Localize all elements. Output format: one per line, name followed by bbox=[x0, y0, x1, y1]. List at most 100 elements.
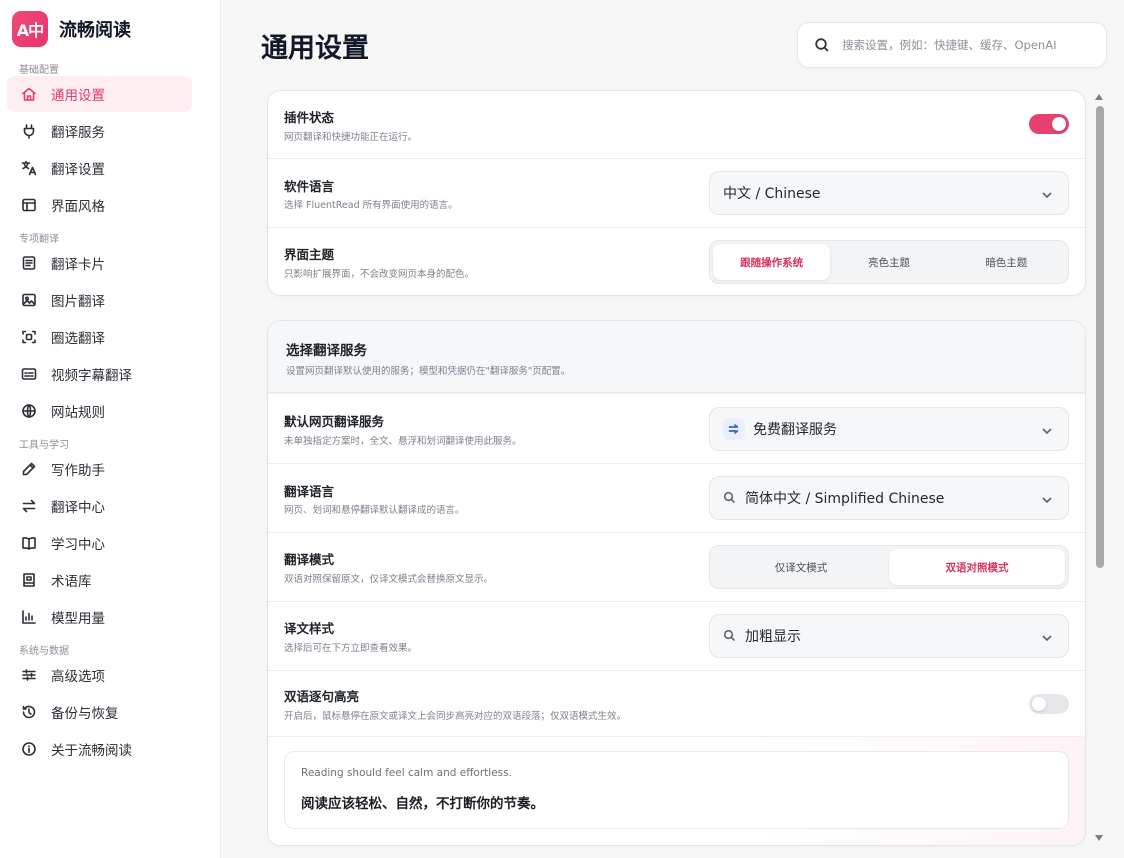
sidebar-item-translation-settings[interactable]: 翻译设置 bbox=[7, 150, 192, 186]
theme-row: 界面主题 只影响扩展界面，不会改变网页本身的配色。 跟随操作系统 亮色主题 暗色… bbox=[268, 227, 1085, 295]
search-input[interactable] bbox=[842, 38, 1092, 52]
translation-mode-row: 翻译模式 双语对照保留原文，仅译文模式会替换原文显示。 仅译文模式 双语对照模式 bbox=[268, 532, 1085, 601]
preview-translated-text: 阅读应该轻松、自然，不打断你的节奏。 bbox=[301, 796, 544, 812]
sidebar-item-writing-assistant[interactable]: 写作助手 bbox=[7, 451, 192, 487]
nav-section-tools: 工具与学习 bbox=[19, 440, 69, 451]
sidebar-item-label: 学习中心 bbox=[51, 537, 105, 553]
bilingual-highlight-toggle[interactable] bbox=[1029, 694, 1069, 714]
brand: A中 流畅阅读 bbox=[12, 11, 131, 47]
bilingual-highlight-desc: 开启后，鼠标悬停在原文或译文上会同步高亮对应的双语段落；仅双语模式生效。 bbox=[284, 711, 627, 722]
sidebar-item-region-translation[interactable]: 圈选翻译 bbox=[7, 319, 192, 355]
subtitle-icon bbox=[21, 366, 37, 382]
glossary-icon bbox=[21, 572, 37, 588]
language-select[interactable]: 中文 / Chinese bbox=[709, 171, 1069, 215]
sidebar-item-site-rules[interactable]: 网站规则 bbox=[7, 393, 192, 429]
sidebar-item-label: 关于流畅阅读 bbox=[51, 743, 132, 759]
scroll-down-arrow[interactable] bbox=[1094, 833, 1104, 843]
service-section-title: 选择翻译服务 bbox=[286, 343, 367, 359]
default-service-row: 默认网页翻译服务 未单独指定方案时，全文、悬浮和划词翻译使用此服务。 免费翻译服… bbox=[268, 393, 1085, 463]
target-language-desc: 网页、划词和悬停翻译默认翻译成的语言。 bbox=[284, 505, 465, 516]
search-icon bbox=[723, 629, 737, 643]
sidebar-item-learning-center[interactable]: 学习中心 bbox=[7, 525, 192, 561]
sidebar-item-subtitle-translation[interactable]: 视频字幕翻译 bbox=[7, 356, 192, 392]
home-icon bbox=[21, 86, 37, 102]
sidebar: A中 流畅阅读 基础配置 通用设置 翻译服务 翻译设置 界面风格 专项翻译 翻译… bbox=[0, 0, 221, 858]
sidebar-item-ui-style[interactable]: 界面风格 bbox=[7, 187, 192, 223]
bilingual-highlight-title: 双语逐句高亮 bbox=[284, 689, 360, 704]
sidebar-item-translation-center[interactable]: 翻译中心 bbox=[7, 488, 192, 524]
theme-desc: 只影响扩展界面，不会改变网页本身的配色。 bbox=[284, 269, 475, 280]
image-icon bbox=[21, 292, 37, 308]
scrollbar-thumb[interactable] bbox=[1096, 106, 1104, 568]
sidebar-item-general[interactable]: 通用设置 bbox=[7, 76, 192, 112]
language-row: 软件语言 选择 FluentRead 所有界面使用的语言。 中文 / Chine… bbox=[268, 158, 1085, 227]
default-service-desc: 未单独指定方案时，全文、悬浮和划词翻译使用此服务。 bbox=[284, 436, 522, 447]
nav-section-system: 系统与数据 bbox=[19, 646, 69, 657]
preview-original-text: Reading should feel calm and effortless. bbox=[301, 767, 512, 779]
pen-icon bbox=[21, 461, 37, 477]
service-section-desc: 设置网页翻译默认使用的服务；模型和凭据仍在"翻译服务"页配置。 bbox=[286, 366, 571, 377]
service-section-header: 选择翻译服务 设置网页翻译默认使用的服务；模型和凭据仍在"翻译服务"页配置。 bbox=[268, 321, 1085, 393]
app-logo: A中 bbox=[12, 11, 48, 47]
sidebar-item-label: 翻译卡片 bbox=[51, 257, 105, 273]
sidebar-item-image-translation[interactable]: 图片翻译 bbox=[7, 282, 192, 318]
theme-title: 界面主题 bbox=[284, 247, 335, 262]
sidebar-item-label: 翻译服务 bbox=[51, 125, 105, 141]
translation-mode-title: 翻译模式 bbox=[284, 552, 335, 567]
mode-option-translation-only[interactable]: 仅译文模式 bbox=[713, 549, 889, 585]
chevron-down-icon bbox=[1040, 423, 1054, 437]
translation-service-card: 选择翻译服务 设置网页翻译默认使用的服务；模型和凭据仍在"翻译服务"页配置。 默… bbox=[267, 320, 1086, 846]
sidebar-item-label: 翻译设置 bbox=[51, 162, 105, 178]
preview-area: Reading should feel calm and effortless.… bbox=[268, 736, 1085, 845]
sidebar-item-backup-restore[interactable]: 备份与恢复 bbox=[7, 694, 192, 730]
translation-style-select[interactable]: 加粗显示 bbox=[709, 614, 1069, 658]
chevron-down-icon bbox=[1040, 492, 1054, 506]
default-service-value: 免费翻译服务 bbox=[753, 422, 837, 438]
translation-style-value: 加粗显示 bbox=[745, 629, 801, 645]
theme-option-light[interactable]: 亮色主题 bbox=[830, 244, 947, 280]
general-settings-card: 插件状态 网页翻译和快捷功能正在运行。 软件语言 选择 FluentRead 所… bbox=[267, 90, 1086, 296]
theme-option-dark[interactable]: 暗色主题 bbox=[948, 244, 1065, 280]
default-service-title: 默认网页翻译服务 bbox=[284, 414, 385, 429]
search-icon bbox=[723, 491, 737, 505]
service-arrow-icon bbox=[723, 418, 745, 440]
language-title: 软件语言 bbox=[284, 179, 335, 194]
search-icon bbox=[814, 37, 830, 53]
target-language-select[interactable]: 简体中文 / Simplified Chinese bbox=[709, 476, 1069, 520]
sidebar-item-glossary[interactable]: 术语库 bbox=[7, 562, 192, 598]
sidebar-item-translation-card[interactable]: 翻译卡片 bbox=[7, 245, 192, 281]
theme-option-system[interactable]: 跟随操作系统 bbox=[713, 244, 831, 280]
select-region-icon bbox=[21, 329, 37, 345]
book-icon bbox=[21, 535, 37, 551]
language-select-value: 中文 / Chinese bbox=[723, 186, 821, 202]
mode-option-bilingual[interactable]: 双语对照模式 bbox=[889, 549, 1065, 585]
nav-section-basic: 基础配置 bbox=[19, 65, 59, 76]
history-icon bbox=[21, 704, 37, 720]
translation-mode-segmented-control: 仅译文模式 双语对照模式 bbox=[709, 545, 1069, 589]
sidebar-item-about[interactable]: 关于流畅阅读 bbox=[7, 731, 192, 767]
sidebar-item-label: 高级选项 bbox=[51, 669, 105, 685]
plug-icon bbox=[21, 123, 37, 139]
sidebar-item-label: 翻译中心 bbox=[51, 500, 105, 516]
globe-icon bbox=[21, 403, 37, 419]
plugin-status-row: 插件状态 网页翻译和快捷功能正在运行。 bbox=[268, 91, 1085, 158]
plugin-status-desc: 网页翻译和快捷功能正在运行。 bbox=[284, 132, 418, 143]
sidebar-item-label: 备份与恢复 bbox=[51, 706, 119, 722]
plugin-status-toggle[interactable] bbox=[1029, 114, 1069, 134]
scroll-up-arrow[interactable] bbox=[1094, 92, 1104, 102]
target-language-title: 翻译语言 bbox=[284, 484, 335, 499]
sidebar-item-label: 界面风格 bbox=[51, 199, 105, 215]
sidebar-item-label: 通用设置 bbox=[51, 88, 105, 104]
default-service-select[interactable]: 免费翻译服务 bbox=[709, 407, 1069, 451]
theme-segmented-control: 跟随操作系统 亮色主题 暗色主题 bbox=[709, 240, 1069, 284]
toggle-knob bbox=[1032, 697, 1046, 711]
layout-icon bbox=[21, 197, 37, 213]
sidebar-item-translation-service[interactable]: 翻译服务 bbox=[7, 113, 192, 149]
sidebar-item-advanced[interactable]: 高级选项 bbox=[7, 657, 192, 693]
toggle-knob bbox=[1052, 117, 1066, 131]
swap-icon bbox=[21, 498, 37, 514]
search-box[interactable] bbox=[797, 22, 1107, 68]
sidebar-item-model-usage[interactable]: 模型用量 bbox=[7, 599, 192, 635]
nav-section-special: 专项翻译 bbox=[19, 234, 59, 245]
sidebar-item-label: 写作助手 bbox=[51, 463, 105, 479]
